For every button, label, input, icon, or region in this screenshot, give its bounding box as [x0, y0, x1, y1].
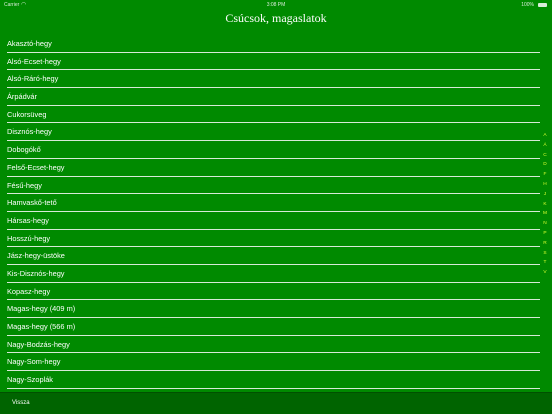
- list-item[interactable]: Hamvaskő-tető: [0, 194, 552, 212]
- list-item[interactable]: Kis-Disznós-hegy: [0, 265, 552, 283]
- section-index-letter[interactable]: R: [541, 239, 549, 249]
- list-item[interactable]: Akasztó-hegy: [0, 35, 552, 53]
- section-index-letter[interactable]: M: [541, 209, 549, 219]
- list-item-label: Hársas-hegy: [7, 215, 49, 225]
- list-item-label: Nagy-Bodzás-hegy: [7, 339, 70, 349]
- list-item[interactable]: Magas-hegy (409 m): [0, 300, 552, 318]
- list-item[interactable]: Hársas-hegy: [0, 212, 552, 230]
- list-item-label: Hamvaskő-tető: [7, 198, 57, 208]
- list-item[interactable]: Magas-hegy (566 m): [0, 318, 552, 336]
- list-item[interactable]: Disznós-hegy: [0, 123, 552, 142]
- list-item[interactable]: Dobogókő: [0, 141, 552, 159]
- section-index-letter[interactable]: N: [541, 219, 549, 229]
- section-index-letter[interactable]: Á: [541, 141, 549, 151]
- section-index-letter[interactable]: A: [541, 131, 549, 141]
- bottom-toolbar: Vissza: [0, 392, 552, 414]
- section-index-letter[interactable]: H: [541, 180, 549, 190]
- status-time: 3:08 PM: [266, 2, 286, 8]
- battery-icon: [538, 3, 547, 7]
- section-index-letter[interactable]: J: [541, 190, 549, 200]
- list-item-label: Cukorsüveg: [7, 109, 47, 119]
- list-item[interactable]: Jász-hegy-üstöke: [0, 247, 552, 265]
- list-item-label: Felső-Ecset-hegy: [7, 162, 65, 172]
- list-item-label: Akasztó-hegy: [7, 39, 52, 48]
- section-index-letter[interactable]: T: [541, 258, 549, 268]
- section-index-letter[interactable]: P: [541, 229, 549, 239]
- list-item-label: Magas-hegy (409 m): [7, 304, 76, 314]
- section-index-letter[interactable]: D: [541, 160, 549, 170]
- list-item-label: Alsó-Ecset-hegy: [7, 56, 61, 66]
- list-item-label: Alsó-Ráró-hegy: [7, 74, 59, 84]
- list-item[interactable]: Nagy-Bodzás-hegy: [0, 336, 552, 354]
- list-item[interactable]: Kopasz-hegy: [0, 283, 552, 301]
- list-item[interactable]: Hosszú-hegy: [0, 230, 552, 248]
- section-index-letter[interactable]: C: [541, 151, 549, 161]
- list-item[interactable]: Alsó-Ecset-hegy: [0, 53, 552, 71]
- section-index[interactable]: AÁCDFHJKMNPRSTV: [541, 131, 549, 278]
- list-item-label: Árpádvár: [7, 92, 37, 102]
- list-item-label: Nagy-Som-hegy: [7, 357, 61, 367]
- status-bar: Carrier ◠ 3:08 PM 100%: [0, 0, 552, 10]
- battery-percentage: 100%: [521, 2, 534, 8]
- list-item[interactable]: Fésű-hegy: [0, 177, 552, 195]
- section-index-letter[interactable]: S: [541, 249, 549, 259]
- list-item[interactable]: Nagy-Som-hegy: [0, 353, 552, 372]
- list-item-label: Nagy-Szoplák: [7, 375, 54, 385]
- section-index-letter[interactable]: F: [541, 170, 549, 180]
- page-title: Csúcsok, magaslatok: [225, 11, 327, 25]
- list-item-label: Magas-hegy (566 m): [7, 322, 76, 331]
- list-item[interactable]: Felső-Ecset-hegy: [0, 159, 552, 177]
- list-item-label: Fésű-hegy: [7, 180, 42, 190]
- list-item[interactable]: Alsó-Ráró-hegy: [0, 70, 552, 89]
- peaks-list: Akasztó-hegy Alsó-Ecset-hegy Alsó-Ráró-heg…: [0, 35, 552, 389]
- list-item[interactable]: Árpádvár: [0, 88, 552, 106]
- list-item-label: Dobogókő: [7, 145, 41, 155]
- list-item[interactable]: Nagy-Szoplák: [0, 371, 552, 389]
- section-index-letter[interactable]: V: [541, 268, 549, 278]
- list-item-label: Hosszú-hegy: [7, 233, 51, 243]
- row-separator: [7, 387, 540, 389]
- list-item-label: Disznós-hegy: [7, 127, 52, 137]
- list-item[interactable]: Cukorsüveg: [0, 106, 552, 124]
- back-button[interactable]: Vissza: [12, 393, 30, 414]
- list-item-label: Kopasz-hegy: [7, 286, 51, 296]
- list-item-label: Kis-Disznós-hegy: [7, 268, 65, 278]
- list-item-label: Jász-hegy-üstöke: [7, 251, 65, 261]
- section-index-letter[interactable]: K: [541, 200, 549, 210]
